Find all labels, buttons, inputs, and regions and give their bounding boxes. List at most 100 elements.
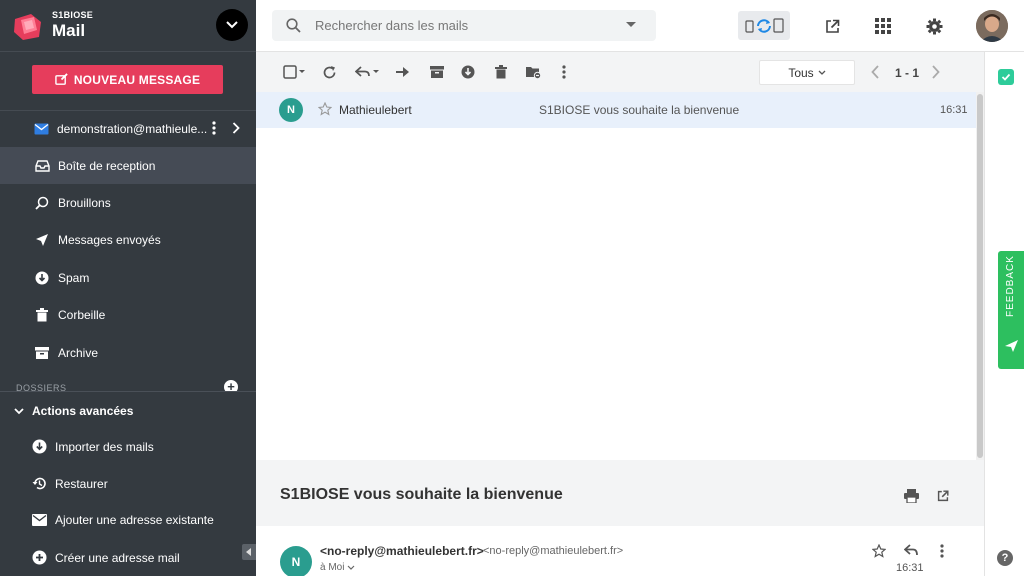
previous-page-button[interactable] [871,64,879,80]
folder-move-icon [526,66,541,79]
star-icon[interactable] [318,102,332,116]
archive-icon [430,66,444,78]
mail-sender: Mathieulebert [339,103,412,117]
delete-button[interactable] [495,64,507,80]
reading-pane: S1BIOSE vous souhaite la bienvenue N <no… [256,460,984,576]
scrollbar-thumb[interactable] [977,94,983,458]
account-selector[interactable]: demonstration@mathieule... [0,110,256,147]
open-external-button[interactable] [822,16,842,36]
apps-grid-button[interactable] [873,16,893,36]
sidebar-item-drafts[interactable]: Brouillons [0,184,256,221]
advanced-actions-toggle[interactable]: Actions avancées [14,404,133,418]
external-link-icon[interactable] [937,490,949,502]
feedback-tab[interactable]: FEEDBACK [998,251,1024,369]
archive-icon [34,345,50,361]
sender-avatar: N [279,98,303,122]
list-item[interactable]: N Mathieulebert S1BIOSE vous souhaite la… [256,92,976,128]
mail-time: 16:31 [940,104,968,116]
chevron-right-icon[interactable] [232,122,240,134]
filter-label: Tous [788,65,814,80]
search-input[interactable]: Rechercher dans les mails [315,18,468,33]
sidebar-item-archive[interactable]: Archive [0,334,256,371]
sidebar-item-label: Spam [58,270,90,285]
mail-toolbar: Tous 1 - 1 [256,52,984,92]
reply-icon [355,66,379,77]
settings-button[interactable] [924,16,944,36]
sync-devices-button[interactable] [738,11,790,40]
more-vert-icon[interactable] [212,121,216,135]
filter-dropdown[interactable]: Tous [759,60,855,85]
mail-icon [34,123,49,134]
sidebar-item-sent[interactable]: Messages envoyés [0,221,256,258]
send-icon [34,232,50,248]
trash-icon [495,65,507,79]
draft-icon [34,195,50,211]
mail-subject: S1BIOSE vous souhaite la bienvenue [539,103,740,117]
search-icon [286,18,301,33]
send-icon [1005,340,1018,352]
new-message-label: NOUVEAU MESSAGE [73,72,201,87]
chevron-down-icon [347,565,355,570]
more-vert-icon[interactable] [940,544,944,558]
chevron-down-icon [226,21,238,29]
mail-list: N Mathieulebert S1BIOSE vous souhaite la… [256,92,976,460]
pagination-label: 1 - 1 [895,66,920,80]
account-label: demonstration@mathieule... [57,121,208,136]
restore-icon [32,477,46,490]
sender-avatar: N [280,546,312,576]
recipient-toggle[interactable]: à Moi [320,562,355,573]
addon-button[interactable] [998,69,1014,85]
spam-button[interactable] [461,64,475,80]
reply-menu-button[interactable] [355,64,381,80]
restore-label: Restaurer [55,476,108,491]
message-time: 16:31 [896,562,924,574]
forward-icon [396,67,409,77]
advanced-actions-panel: Actions avancées Importer des mails Rest… [0,391,256,576]
refresh-button[interactable] [322,64,337,80]
new-message-button[interactable]: NOUVEAU MESSAGE [32,65,223,94]
check-shield-icon [1001,73,1011,81]
plus-circle-icon [32,550,47,565]
mail-add-icon [32,514,47,526]
sender-name: <no-reply@mathieulebert.fr> [320,544,484,558]
print-icon[interactable] [904,489,919,503]
star-icon[interactable] [872,544,886,558]
advanced-actions-title: Actions avancées [32,404,134,418]
user-avatar[interactable] [976,10,1008,42]
search-bar[interactable]: Rechercher dans les mails [272,10,656,41]
right-rail: FEEDBACK ? [984,52,1024,576]
move-to-folder-button[interactable] [526,64,541,80]
gear-icon [926,18,942,34]
more-actions-button[interactable] [562,64,566,80]
sidebar-item-inbox[interactable]: Boîte de reception [0,147,256,184]
create-address-action[interactable]: Créer une adresse mail [32,550,180,565]
user-photo-icon [976,10,1008,42]
chevron-down-icon [818,70,826,75]
add-existing-address-action[interactable]: Ajouter une adresse existante [32,513,214,527]
chevron-right-icon [932,65,940,79]
add-existing-address-label: Ajouter une adresse existante [55,513,214,527]
sidebar-item-spam[interactable]: Spam [0,259,256,296]
restore-action[interactable]: Restaurer [32,476,108,491]
help-button[interactable]: ? [997,550,1013,566]
message-header-card: N <no-reply@mathieulebert.fr> <no-reply@… [256,526,984,576]
checkbox-icon [283,65,305,79]
spam-icon [34,270,50,286]
brand-header: S1BIOSE Mail [0,0,256,52]
import-icon [32,439,47,454]
collapse-sidebar-button[interactable] [242,544,256,560]
caret-down-icon[interactable] [626,22,636,28]
archive-button[interactable] [430,64,444,80]
next-page-button[interactable] [932,64,940,80]
forward-button[interactable] [396,64,410,80]
select-all-checkbox[interactable] [283,64,305,80]
app-menu-button[interactable] [216,9,248,41]
top-bar: Rechercher dans les mails [256,0,1024,52]
sidebar-item-label: Boîte de reception [58,158,156,173]
reply-icon[interactable] [904,544,918,556]
import-mails-action[interactable]: Importer des mails [32,439,154,454]
refresh-icon [323,65,336,78]
feedback-label: FEEDBACK [1005,255,1016,317]
sidebar-item-trash[interactable]: Corbeille [0,296,256,333]
sidebar: S1BIOSE Mail NOUVEAU MESSAGE demonstrati… [0,0,256,576]
